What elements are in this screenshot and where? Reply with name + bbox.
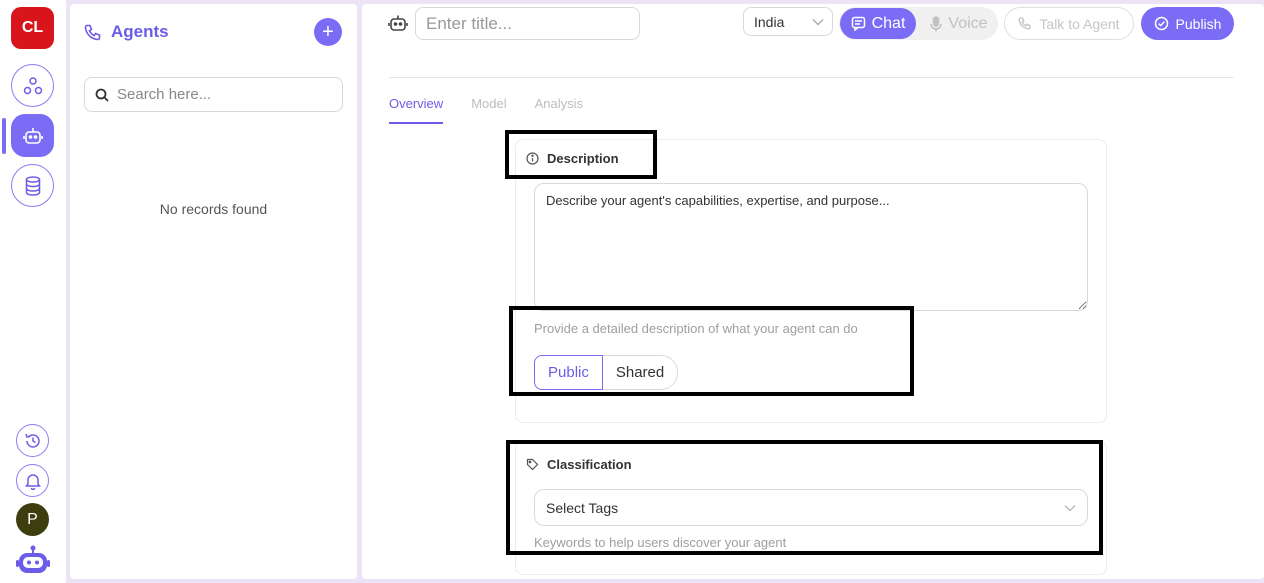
tab-model[interactable]: Model — [471, 96, 506, 124]
empty-state: No records found — [159, 201, 268, 217]
left-rail: CL P — [0, 0, 66, 583]
tab-overview[interactable]: Overview — [389, 96, 444, 124]
workflows-icon — [23, 76, 42, 94]
mode-toggle: Chat Voice — [839, 7, 998, 40]
agent-title-input[interactable] — [415, 7, 640, 40]
agents-nav-button[interactable] — [11, 114, 54, 157]
voice-mode-label: Voice — [948, 14, 988, 32]
publish-button[interactable]: Publish — [1141, 7, 1234, 40]
country-select[interactable]: India — [743, 7, 833, 36]
active-indicator — [2, 118, 6, 154]
chat-mode-button[interactable]: Chat — [840, 8, 916, 39]
talk-to-agent-label: Talk to Agent — [1039, 15, 1120, 32]
agents-title: Agents — [111, 22, 169, 41]
search-icon — [95, 88, 109, 102]
database-icon — [25, 175, 40, 196]
country-value: India — [754, 13, 785, 30]
database-button[interactable] — [11, 164, 54, 207]
robot-title-icon — [388, 13, 408, 38]
tab-analysis[interactable]: Analysis — [535, 96, 583, 124]
user-avatar[interactable]: P — [16, 503, 49, 536]
notifications-button[interactable] — [16, 464, 49, 497]
search-input[interactable] — [117, 86, 317, 103]
editor-tabs: Overview Model Analysis — [389, 96, 583, 124]
agents-search — [84, 77, 343, 112]
agents-panel: Agents + No records found — [70, 4, 357, 579]
microphone-icon — [930, 15, 943, 31]
header-divider — [389, 77, 1234, 78]
brand-logo[interactable]: CL — [11, 7, 54, 49]
highlight-box-classification — [506, 440, 1103, 555]
phone-icon — [84, 24, 101, 40]
chevron-down-icon — [812, 18, 824, 25]
add-agent-button[interactable]: + — [314, 18, 342, 46]
highlight-box-description — [505, 130, 657, 179]
app-frame: CL P Agents + Search here... No records … — [0, 0, 1264, 583]
assistant-bot-icon[interactable] — [16, 545, 50, 580]
robot-icon — [22, 127, 43, 144]
phone-icon — [1018, 17, 1031, 30]
history-icon — [24, 433, 40, 448]
chat-mode-label: Chat — [871, 14, 906, 32]
talk-to-agent-button[interactable]: Talk to Agent — [1004, 7, 1134, 40]
highlight-box-visibility — [509, 306, 914, 396]
chat-icon — [851, 16, 865, 31]
agents-header: Agents — [84, 22, 169, 42]
history-button[interactable] — [16, 424, 49, 457]
voice-mode-button[interactable]: Voice — [923, 8, 995, 39]
description-textarea[interactable]: Describe your agent's capabilities, expe… — [534, 183, 1088, 311]
publish-label: Publish — [1175, 15, 1222, 32]
check-circle-icon — [1154, 16, 1168, 31]
workflows-button[interactable] — [11, 64, 54, 107]
bell-icon — [24, 473, 41, 490]
